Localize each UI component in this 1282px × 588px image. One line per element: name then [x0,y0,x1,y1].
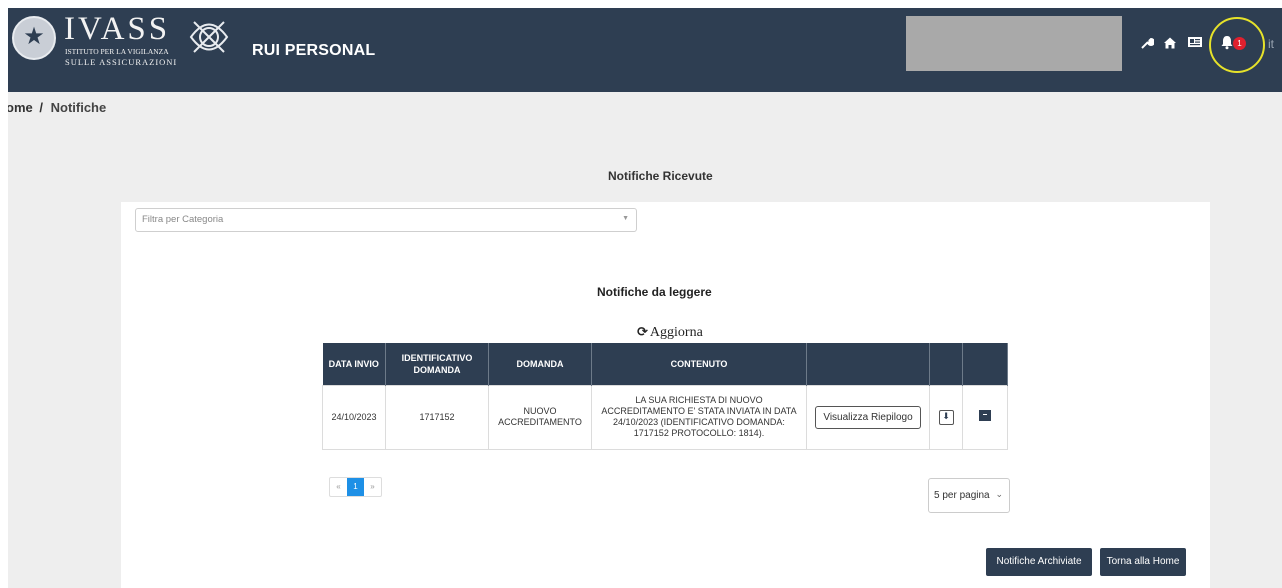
knot-icon [189,21,229,53]
id-card-icon[interactable] [1187,35,1203,53]
notifications-panel: Filtra per Categoria ▼ Notifiche da legg… [121,202,1210,588]
pagination: « 1 » [329,477,382,497]
ivass-logo[interactable]: IVASS ISTITUTO PER LA VIGILANZA SULLE AS… [8,12,238,72]
header-actions [806,343,930,385]
refresh-label: Aggiorna [649,325,703,340]
visualizza-riepilogo-button[interactable]: Visualizza Riepilogo [815,405,921,429]
pagination-prev[interactable]: « [330,478,347,496]
cell-domanda: NUOVO ACCREDITAMENTO [488,384,592,450]
header-archive [962,343,1008,385]
cell-actions: Visualizza Riepilogo [806,384,930,450]
chevron-down-icon: ⌄ [995,489,1003,499]
unread-notifications-title: Notifiche da leggere [597,285,712,299]
header-domanda: DOMANDA [488,343,592,385]
archive-icon[interactable] [979,410,991,421]
header-identificativo-domanda: IDENTIFICATIVO DOMANDA [385,343,489,385]
section-title: Notifiche Ricevute [608,169,713,183]
wrench-icon[interactable] [1140,36,1155,54]
table-row: 24/10/2023 1717152 NUOVO ACCREDITAMENTO … [322,384,1008,450]
breadcrumb-current: Notifiche [50,100,107,115]
app-title: RUI PERSONAL [252,42,376,59]
table-header-row: DATA INVIO IDENTIFICATIVO DOMANDA DOMAND… [322,343,1008,385]
filter-placeholder: Filtra per Categoria [142,214,224,225]
chevron-down-icon: ▼ [622,215,629,222]
pagination-next[interactable]: » [364,478,381,496]
top-navbar: IVASS ISTITUTO PER LA VIGILANZA SULLE AS… [8,8,1282,92]
logo-subtitle-line1: ISTITUTO PER LA VIGILANZA [65,47,169,56]
home-icon[interactable] [1163,36,1177,54]
language-selector[interactable]: it [1268,37,1274,51]
per-page-select[interactable]: 5 per pagina ⌄ [928,478,1010,513]
header-data-invio: DATA INVIO [322,343,386,385]
back-to-home-button[interactable]: Torna alla Home [1100,548,1186,576]
highlight-circle [1209,17,1265,73]
cell-data-invio: 24/10/2023 [322,384,386,450]
cell-archive [962,384,1008,450]
user-info-redacted [906,16,1122,71]
refresh-link[interactable]: ⟳ Aggiorna [637,325,703,341]
header-contenuto: CONTENUTO [591,343,807,385]
per-page-value: 5 per pagina [934,490,990,501]
cell-download: ⬇ [929,384,963,450]
breadcrumb: ome / Notifiche [8,100,106,115]
archived-notifications-button[interactable]: Notifiche Archiviate [986,548,1092,576]
app-frame: IVASS ISTITUTO PER LA VIGILANZA SULLE AS… [8,8,1282,588]
notifications-table: DATA INVIO IDENTIFICATIVO DOMANDA DOMAND… [322,343,1008,450]
cell-contenuto: LA SUA RICHIESTA DI NUOVO ACCREDITAMENTO… [591,384,807,450]
download-icon[interactable]: ⬇ [938,409,954,425]
refresh-icon: ⟳ [637,325,648,340]
logo-wordmark: IVASS [64,11,171,47]
pagination-page-1[interactable]: 1 [347,478,364,496]
emblem-icon [12,16,56,60]
logo-subtitle-line2: SULLE ASSICURAZIONI [65,57,178,67]
cell-identificativo: 1717152 [385,384,489,450]
breadcrumb-home-link[interactable]: ome [8,100,33,115]
header-download [929,343,963,385]
breadcrumb-separator: / [39,100,43,115]
category-filter-select[interactable]: Filtra per Categoria ▼ [135,208,637,232]
